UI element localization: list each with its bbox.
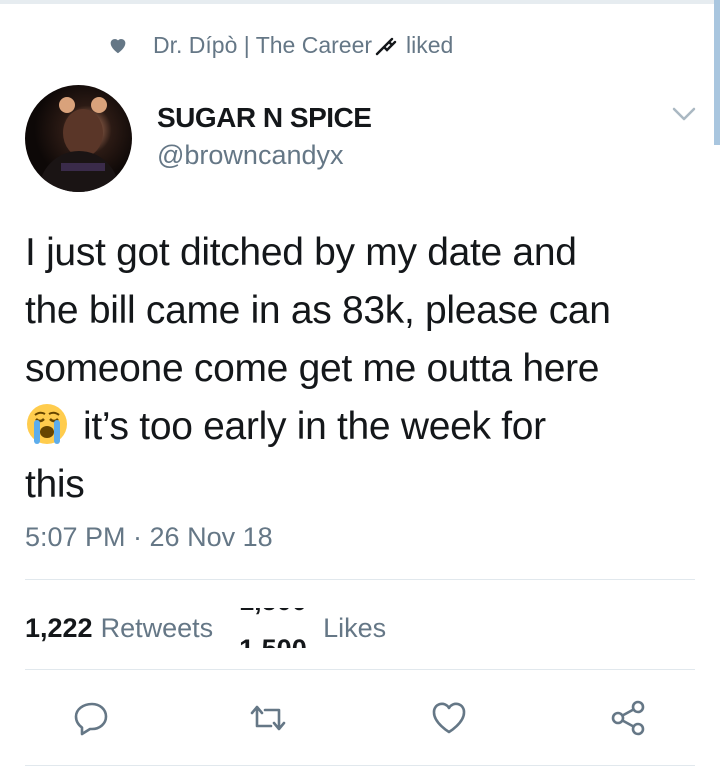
likes-count-old: 1,500 [239,608,307,617]
social-context[interactable]: Dr. Dípò | The Career liked [107,30,453,60]
retweet-icon[interactable] [248,698,288,738]
tweet-line-with-emoji: it’s too early in the week for [25,398,705,456]
tweet-line: someone come get me outta here [25,347,600,390]
share-icon[interactable] [608,698,648,738]
social-actor: Dr. Dípò | The Career [153,31,373,58]
divider [25,669,695,670]
tweet-line: this [25,463,85,506]
tweet-stats: 1,222 Retweets 1,500 1,500 Likes [25,608,386,648]
likes-label[interactable]: Likes [323,613,386,644]
author-display-name[interactable]: SUGAR N SPICE [157,102,372,134]
divider [25,765,695,766]
plug-icon [375,37,397,56]
retweets-count[interactable]: 1,222 [25,613,93,644]
tweet-line: it’s too early in the week for [83,405,546,448]
tweet-text: I just got ditched by my date and the bi… [25,224,705,514]
tweet-line: I just got ditched by my date and [25,231,577,274]
social-action: liked [406,31,454,58]
scrollbar[interactable] [714,0,720,145]
divider [25,579,695,580]
likes-count-animating[interactable]: 1,500 1,500 [239,608,319,648]
avatar[interactable] [25,85,132,192]
top-divider [0,0,720,4]
reply-icon[interactable] [72,698,112,738]
likes-count-new: 1,500 [239,634,307,648]
chevron-down-icon[interactable] [670,104,698,124]
like-icon[interactable] [429,698,469,738]
retweets-label[interactable]: Retweets [101,613,214,644]
tweet-actions [0,698,720,738]
loudly-crying-face-emoji [27,404,67,444]
tweet-timestamp[interactable]: 5:07 PM · 26 Nov 18 [25,522,273,553]
author-handle[interactable]: @browncandyx [157,140,344,171]
heart-icon [110,39,126,54]
tweet-line: the bill came in as 83k, please can [25,289,611,332]
